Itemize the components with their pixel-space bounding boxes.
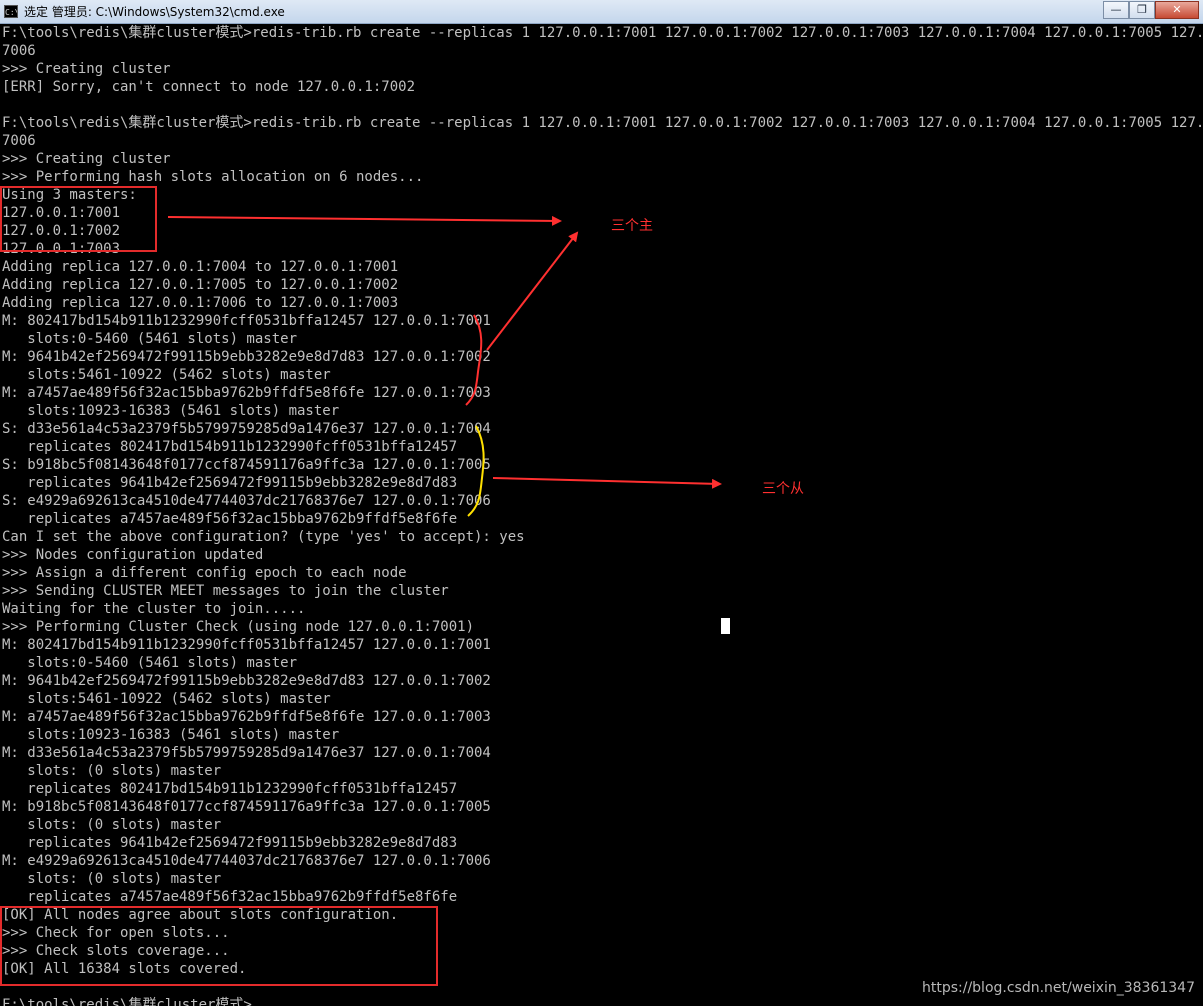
- console-line: replicates a7457ae489f56f32ac15bba9762b9…: [2, 889, 458, 905]
- console-line: replicates 9641b42ef2569472f99115b9ebb32…: [2, 475, 458, 491]
- console-line: 127.0.0.1:7002: [2, 223, 121, 239]
- console-line: >>> Sending CLUSTER MEET messages to joi…: [2, 583, 449, 599]
- console-line: M: b918bc5f08143648f0177ccf874591176a9ff…: [2, 799, 491, 815]
- console-line: S: e4929a692613ca4510de47744037dc2176837…: [2, 493, 491, 509]
- console-line: >>> Nodes configuration updated: [2, 547, 264, 563]
- console-line: slots:0-5460 (5461 slots) master: [2, 331, 298, 347]
- console-line: M: a7457ae489f56f32ac15bba9762b9ffdf5e8f…: [2, 385, 491, 401]
- console-line: >>> Performing hash slots allocation on …: [2, 169, 424, 185]
- console-line: replicates 802417bd154b911b1232990fcff05…: [2, 781, 458, 797]
- masters-note: 三个主: [611, 218, 653, 234]
- console-line: 7006: [2, 133, 36, 149]
- text-cursor: [721, 618, 730, 634]
- console-line: M: d33e561a4c53a2379f5b5799759285d9a1476…: [2, 745, 491, 761]
- masters-highlight-box: [0, 186, 157, 252]
- console-line: >>> Assign a different config epoch to e…: [2, 565, 407, 581]
- console-line: replicates 9641b42ef2569472f99115b9ebb32…: [2, 835, 458, 851]
- cmd-app-icon: C:\: [4, 5, 18, 18]
- window-controls: — ❐ ✕: [1103, 1, 1199, 19]
- console-line: 7006: [2, 43, 36, 59]
- console-line: Adding replica 127.0.0.1:7006 to 127.0.0…: [2, 295, 399, 311]
- console-line: replicates 802417bd154b911b1232990fcff05…: [2, 439, 458, 455]
- console-line: Using 3 masters:: [2, 187, 137, 203]
- console-line: M: 9641b42ef2569472f99115b9ebb3282e9e8d7…: [2, 349, 491, 365]
- minimize-button[interactable]: —: [1103, 1, 1129, 19]
- console-line: slots:10923-16383 (5461 slots) master: [2, 727, 340, 743]
- console-line: F:\tools\redis\集群cluster模式>redis-trib.rb…: [2, 25, 1201, 41]
- title-bar[interactable]: C:\ 选定 管理员: C:\Windows\System32\cmd.exe …: [0, 0, 1203, 24]
- console-output[interactable]: F:\tools\redis\集群cluster模式>redis-trib.rb…: [2, 24, 1201, 1006]
- console-line: replicates a7457ae489f56f32ac15bba9762b9…: [2, 511, 458, 527]
- console-line: S: b918bc5f08143648f0177ccf874591176a9ff…: [2, 457, 491, 473]
- console-line: [ERR] Sorry, can't connect to node 127.0…: [2, 79, 416, 95]
- console-line: Can I set the above configuration? (type…: [2, 529, 525, 545]
- console-line: >>> Creating cluster: [2, 61, 171, 77]
- console-line: M: a7457ae489f56f32ac15bba9762b9ffdf5e8f…: [2, 709, 491, 725]
- console-line: Waiting for the cluster to join.....: [2, 601, 306, 617]
- close-button[interactable]: ✕: [1155, 1, 1199, 19]
- console-line: Adding replica 127.0.0.1:7005 to 127.0.0…: [2, 277, 399, 293]
- console-line: M: 9641b42ef2569472f99115b9ebb3282e9e8d7…: [2, 673, 491, 689]
- maximize-button[interactable]: ❐: [1129, 1, 1155, 19]
- console-line: 127.0.0.1:7001: [2, 205, 121, 221]
- console-line: M: 802417bd154b911b1232990fcff0531bffa12…: [2, 313, 491, 329]
- console-line: Adding replica 127.0.0.1:7004 to 127.0.0…: [2, 259, 399, 275]
- console-line: slots: (0 slots) master: [2, 763, 222, 779]
- console-line: slots: (0 slots) master: [2, 871, 222, 887]
- console-line: 127.0.0.1:7003: [2, 241, 121, 257]
- console-line: slots:10923-16383 (5461 slots) master: [2, 403, 340, 419]
- slaves-note: 三个从: [762, 481, 804, 497]
- watermark: https://blog.csdn.net/weixin_38361347: [921, 980, 1195, 996]
- window-title: 选定 管理员: C:\Windows\System32\cmd.exe: [24, 5, 285, 19]
- console-line: M: e4929a692613ca4510de47744037dc2176837…: [2, 853, 491, 869]
- console-line: slots:5461-10922 (5462 slots) master: [2, 367, 331, 383]
- console-line: slots:0-5460 (5461 slots) master: [2, 655, 298, 671]
- console-line: S: d33e561a4c53a2379f5b5799759285d9a1476…: [2, 421, 491, 437]
- console-line: M: 802417bd154b911b1232990fcff0531bffa12…: [2, 637, 491, 653]
- cluster-check-highlight-box: [0, 906, 438, 986]
- console-line: F:\tools\redis\集群cluster模式>redis-trib.rb…: [2, 115, 1201, 131]
- console-line: F:\tools\redis\集群cluster模式>: [2, 997, 252, 1006]
- console-line: >>> Performing Cluster Check (using node…: [2, 619, 475, 635]
- console-line: slots: (0 slots) master: [2, 817, 222, 833]
- console-line: slots:5461-10922 (5462 slots) master: [2, 691, 331, 707]
- console-line: >>> Creating cluster: [2, 151, 171, 167]
